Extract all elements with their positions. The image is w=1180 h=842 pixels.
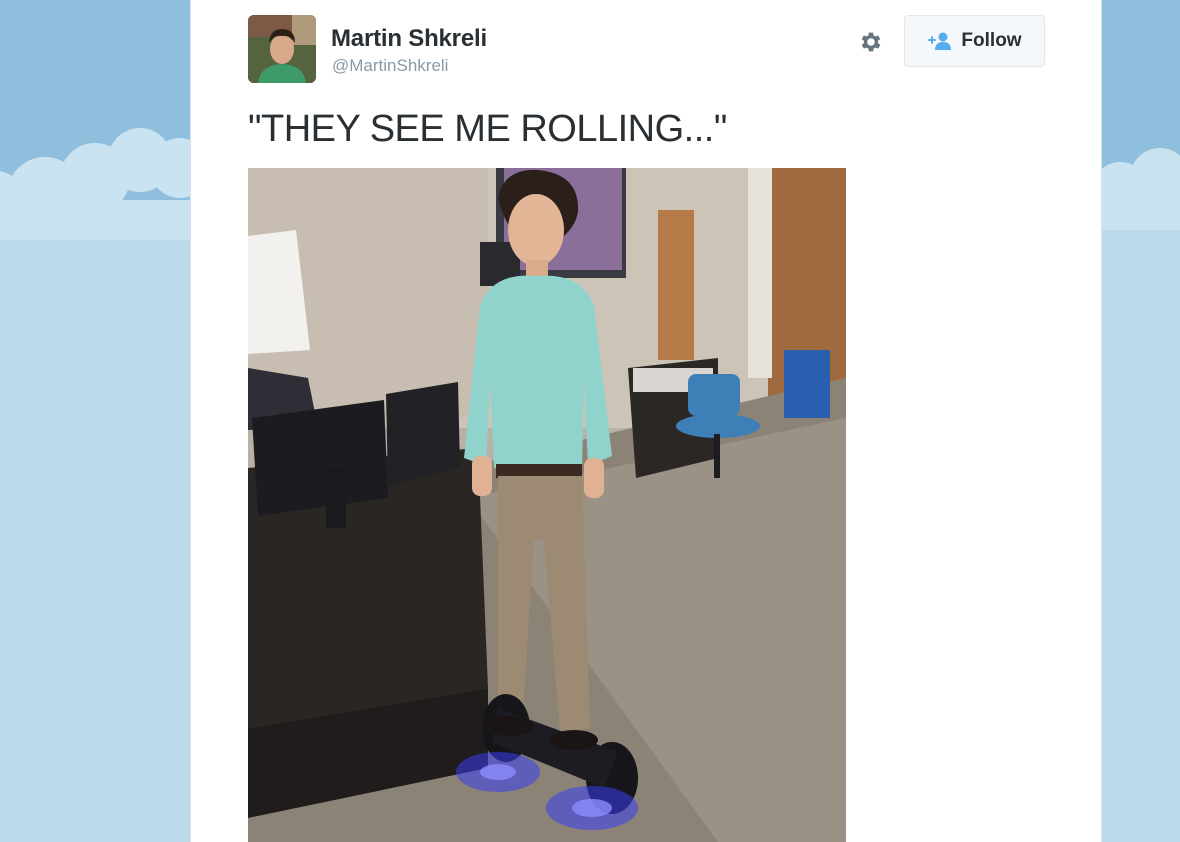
gear-icon (861, 32, 881, 52)
hoverboard-photo-icon (248, 168, 846, 842)
author-name[interactable]: Martin Shkreli (331, 25, 487, 53)
settings-button[interactable] (857, 28, 885, 56)
tweet-text: "THEY SEE ME ROLLING..." (248, 108, 727, 150)
tweet-photo[interactable] (248, 168, 846, 842)
follow-button-label: Follow (961, 30, 1022, 51)
author-avatar[interactable] (248, 15, 316, 83)
tweet-card: Martin Shkreli @MartinShkreli Follow "TH… (190, 0, 1102, 842)
author-handle[interactable]: @MartinShkreli (332, 56, 448, 76)
avatar-photo-icon (248, 15, 316, 83)
add-user-icon (928, 32, 952, 50)
follow-button[interactable]: Follow (904, 15, 1045, 67)
